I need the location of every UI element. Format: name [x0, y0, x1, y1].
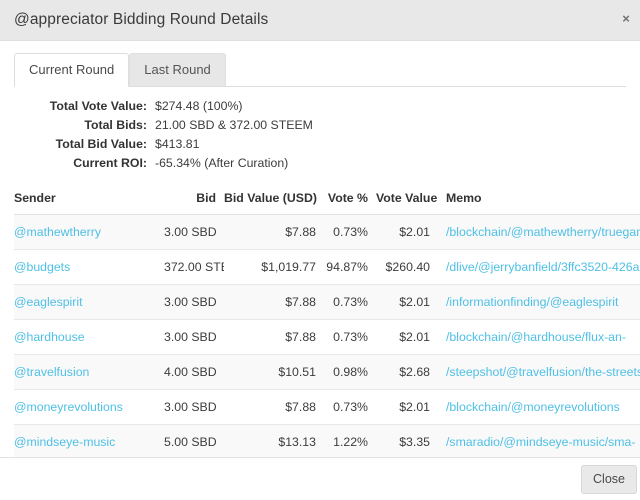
summary-label: Total Bids:: [84, 118, 147, 132]
cell-sender: @mathewtherry: [14, 214, 164, 250]
cell-vote-value: $260.40: [376, 249, 438, 285]
column-header-bid: Bid: [164, 187, 224, 215]
table-row: @budgets 372.00 STEEM $1,019.77 94.87% $…: [14, 249, 640, 285]
cell-sender: @budgets: [14, 249, 164, 285]
memo-link[interactable]: /blockchain/@hardhouse/flux-an-: [446, 330, 640, 344]
cell-vote-value: $2.01: [376, 319, 438, 355]
memo-link[interactable]: /smaradio/@mindseye-music/sma-: [446, 435, 640, 449]
cell-bid: 4.00 SBD: [164, 354, 224, 390]
cell-memo: /dlive/@jerrybanfield/3ffc3520-426a-: [438, 249, 640, 285]
column-header-vote-pct: Vote %: [324, 187, 376, 215]
tab-last-round[interactable]: Last Round: [129, 53, 226, 87]
cell-vote-pct: 0.73%: [324, 214, 376, 250]
modal-header: @appreciator Bidding Round Details ×: [0, 0, 640, 41]
sender-link[interactable]: @hardhouse: [14, 330, 85, 344]
cell-bid-value: $10.51: [224, 354, 324, 390]
memo-link[interactable]: /dlive/@jerrybanfield/3ffc3520-426a-: [446, 260, 640, 274]
cell-vote-value: $2.01: [376, 214, 438, 250]
summary-label: Total Vote Value:: [49, 99, 147, 113]
cell-bid-value: $13.13: [224, 424, 324, 457]
bids-table-wrap: Sender Bid Bid Value (USD) Vote % Vote V…: [0, 187, 640, 457]
cell-vote-pct: 0.73%: [324, 284, 376, 320]
cell-bid: 3.00 SBD: [164, 389, 224, 425]
cell-sender: @moneyrevolutions: [14, 389, 164, 425]
summary-label: Current ROI:: [73, 156, 147, 170]
column-header-bid-value: Bid Value (USD): [224, 187, 324, 215]
cell-bid-value: $7.88: [224, 214, 324, 250]
memo-link[interactable]: /steepshot/@travelfusion/the-streets-of-: [446, 365, 640, 379]
summary-label: Total Bid Value:: [55, 137, 147, 151]
summary-value: $274.48 (100%): [155, 99, 243, 113]
cell-memo: /blockchain/@hardhouse/flux-an-: [438, 319, 640, 355]
sender-link[interactable]: @mathewtherry: [14, 225, 101, 239]
column-header-sender: Sender: [14, 187, 164, 215]
modal-footer: Close: [0, 457, 640, 500]
column-header-memo: Memo: [438, 187, 640, 215]
cell-bid-value: $7.88: [224, 389, 324, 425]
page-title: @appreciator Bidding Round Details: [14, 11, 269, 28]
cell-bid: 3.00 SBD: [164, 214, 224, 250]
close-button[interactable]: Close: [581, 464, 637, 494]
cell-memo: /blockchain/@moneyrevolutions: [438, 389, 640, 425]
sender-link[interactable]: @mindseye-music: [14, 435, 115, 449]
cell-bid: 3.00 SBD: [164, 284, 224, 320]
cell-sender: @eaglespirit: [14, 284, 164, 320]
memo-link[interactable]: /blockchain/@mathewtherry/truegame-: [446, 225, 640, 239]
round-summary: Total Vote Value: $274.48 (100%) Total B…: [0, 99, 640, 173]
bids-table-body: @mathewtherry 3.00 SBD $7.88 0.73% $2.01…: [14, 214, 640, 457]
summary-row-total-bid-value: Total Bid Value: $413.81: [14, 137, 640, 154]
summary-value: $413.81: [155, 137, 200, 151]
cell-vote-pct: 1.22%: [324, 424, 376, 457]
memo-link[interactable]: /blockchain/@moneyrevolutions: [446, 400, 640, 414]
cell-vote-value: $2.68: [376, 354, 438, 390]
table-row: @eaglespirit 3.00 SBD $7.88 0.73% $2.01 …: [14, 284, 640, 320]
table-row: @travelfusion 4.00 SBD $10.51 0.98% $2.6…: [14, 354, 640, 390]
cell-bid: 3.00 SBD: [164, 319, 224, 355]
tab-current-round[interactable]: Current Round: [14, 53, 130, 87]
summary-row-current-roi: Current ROI: -65.34% (After Curation): [14, 156, 640, 173]
close-icon[interactable]: ×: [617, 10, 635, 28]
bids-table: Sender Bid Bid Value (USD) Vote % Vote V…: [14, 187, 640, 457]
cell-memo: /informationfinding/@eaglespirit: [438, 284, 640, 320]
cell-memo: /steepshot/@travelfusion/the-streets-of-: [438, 354, 640, 390]
cell-memo: /blockchain/@mathewtherry/truegame-: [438, 214, 640, 250]
cell-bid-value: $7.88: [224, 319, 324, 355]
summary-row-total-bids: Total Bids: 21.00 SBD & 372.00 STEEM: [14, 118, 640, 135]
table-row: @mathewtherry 3.00 SBD $7.88 0.73% $2.01…: [14, 214, 640, 250]
cell-sender: @hardhouse: [14, 319, 164, 355]
cell-vote-pct: 94.87%: [324, 249, 376, 285]
modal-body: Current Round Last Round Total Vote Valu…: [0, 41, 640, 457]
cell-vote-pct: 0.73%: [324, 389, 376, 425]
summary-value: 21.00 SBD & 372.00 STEEM: [155, 118, 313, 132]
tab-bar: Current Round Last Round: [0, 53, 640, 87]
table-row: @mindseye-music 5.00 SBD $13.13 1.22% $3…: [14, 424, 640, 457]
cell-vote-pct: 0.73%: [324, 319, 376, 355]
summary-value: -65.34% (After Curation): [155, 156, 289, 170]
table-row: @hardhouse 3.00 SBD $7.88 0.73% $2.01 /b…: [14, 319, 640, 355]
cell-vote-value: $2.01: [376, 389, 438, 425]
sender-link[interactable]: @moneyrevolutions: [14, 400, 123, 414]
memo-link[interactable]: /informationfinding/@eaglespirit: [446, 295, 640, 309]
cell-vote-value: $2.01: [376, 284, 438, 320]
cell-sender: @travelfusion: [14, 354, 164, 390]
column-header-vote-value: Vote Value: [376, 187, 438, 215]
sender-link[interactable]: @travelfusion: [14, 365, 89, 379]
cell-bid-value: $7.88: [224, 284, 324, 320]
cell-vote-pct: 0.98%: [324, 354, 376, 390]
summary-row-total-vote-value: Total Vote Value: $274.48 (100%): [14, 99, 640, 116]
sender-link[interactable]: @budgets: [14, 260, 70, 274]
table-row: @moneyrevolutions 3.00 SBD $7.88 0.73% $…: [14, 389, 640, 425]
cell-sender: @mindseye-music: [14, 424, 164, 457]
cell-vote-value: $3.35: [376, 424, 438, 457]
table-header-row: Sender Bid Bid Value (USD) Vote % Vote V…: [14, 187, 640, 215]
cell-bid-value: $1,019.77: [224, 249, 324, 285]
cell-bid: 372.00 STEEM: [164, 249, 224, 285]
bidding-round-details-modal: @appreciator Bidding Round Details × Cur…: [0, 0, 640, 500]
sender-link[interactable]: @eaglespirit: [14, 295, 83, 309]
bids-table-head: Sender Bid Bid Value (USD) Vote % Vote V…: [14, 187, 640, 215]
cell-memo: /smaradio/@mindseye-music/sma-: [438, 424, 640, 457]
cell-bid: 5.00 SBD: [164, 424, 224, 457]
